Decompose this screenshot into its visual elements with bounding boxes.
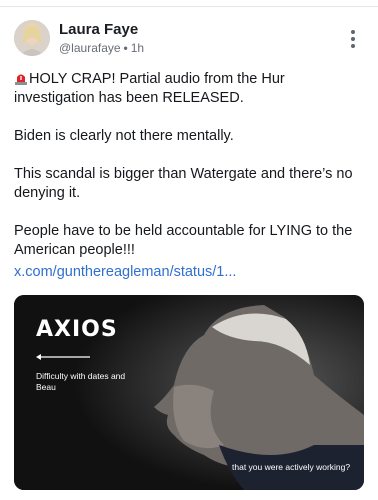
post-paragraph: People have to be held accountable for L… <box>14 223 353 258</box>
author-meta: @laurafaye • 1h <box>59 41 144 55</box>
axios-logo: AXIOS <box>36 317 118 342</box>
post-card: Laura Faye @laurafaye • 1h HOLY CRAP! Part… <box>0 0 378 500</box>
arrow-left-icon <box>36 354 90 360</box>
more-dot-icon <box>351 37 355 41</box>
avatar[interactable] <box>14 20 50 56</box>
avatar-image <box>14 20 50 56</box>
video-subtitle: that you were actively working? <box>232 462 351 472</box>
post-body: HOLY CRAP! Partial audio from the Hur in… <box>14 70 366 279</box>
more-options-button[interactable] <box>344 28 362 50</box>
post-paragraph: HOLY CRAP! Partial audio from the Hur in… <box>14 70 366 108</box>
author-name[interactable]: Laura Faye <box>59 21 138 38</box>
separator: • <box>123 41 128 55</box>
divider <box>0 6 378 7</box>
author-handle[interactable]: @laurafaye <box>59 41 121 55</box>
post-time: 1h <box>130 41 145 55</box>
post-link[interactable]: x.com/gunthereagleman/status/1... <box>14 264 236 280</box>
video-thumbnail[interactable]: AXIOS Difficulty with dates and Beau tha… <box>14 295 364 490</box>
post-paragraph-text: HOLY CRAP! Partial audio from the Hur in… <box>14 71 285 106</box>
post-paragraph: This scandal is bigger than Watergate an… <box>14 166 353 201</box>
siren-icon <box>15 74 27 85</box>
video-caption: Difficulty with dates and Beau <box>36 371 126 392</box>
more-dot-icon <box>351 30 355 34</box>
post-paragraph: Biden is clearly not there mentally. <box>14 128 234 144</box>
more-dot-icon <box>351 44 355 48</box>
